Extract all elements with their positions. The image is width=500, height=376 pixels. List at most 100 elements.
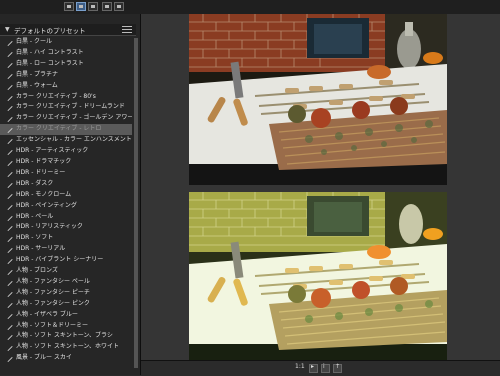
preset-label: 人物 - ファンタシー ペール [16, 277, 90, 285]
preset-label: 白黒 - ハイ コントラスト [16, 48, 84, 56]
preset-item[interactable]: 人物 - ソフト＆ドリーミー [0, 321, 132, 332]
preset-scrollbar[interactable] [134, 38, 138, 368]
preset-item[interactable]: 白黒 - プラチナ [0, 70, 132, 81]
preset-item[interactable]: HDR - アーティスティック [0, 146, 132, 157]
grid-large-icon[interactable] [88, 2, 98, 11]
preset-item[interactable]: HDR - バイブラント シーナリー [0, 255, 132, 266]
preset-label: 人物 - ファンタシー ピンク [16, 299, 90, 307]
preset-item[interactable]: 白黒 - ハイ コントラスト [0, 48, 132, 59]
preset-item[interactable]: HDR - ペインティング [0, 201, 132, 212]
preset-brush-icon [7, 356, 13, 363]
export-icon[interactable]: ↑ [333, 363, 342, 373]
preset-label: HDR - モノクローム [16, 190, 72, 198]
preset-item[interactable]: カラー クリエイティブ - 80's [0, 92, 132, 103]
preset-label: 人物 - ブロンズ [16, 267, 58, 275]
collapse-arrow-icon[interactable]: ▼ [5, 26, 10, 33]
preset-label: 人物 - ソフト スキントーン、ブラシ [16, 332, 113, 340]
preset-label: HDR - ドリーミー [16, 168, 66, 176]
preset-label: 人物 - ソフト＆ドリーミー [16, 321, 88, 329]
preset-list: 白黒 - クール 白黒 - ハイ コントラスト 白黒 - ロー コントラスト 白黒 -… [0, 37, 132, 364]
preset-label: HDR - サーリアル [16, 245, 66, 253]
scrollbar-thumb[interactable] [134, 38, 138, 368]
preset-label: HDR - ドラマチック [16, 157, 72, 165]
preset-brush-icon [7, 105, 13, 112]
preset-panel: ▼ デフォルトのプリセット 白黒 - クール 白黒 - ハイ コントラスト 白黒 -… [0, 14, 141, 375]
preset-label: HDR - リアリスティック [16, 223, 83, 231]
preset-brush-icon [7, 182, 13, 188]
preset-item[interactable]: 白黒 - ウォーム [0, 81, 132, 92]
fit-icon[interactable]: ▸ [309, 363, 318, 373]
preset-brush-icon [7, 225, 13, 232]
preset-brush-icon [7, 73, 13, 79]
preset-brush-icon [7, 138, 13, 145]
preset-label: 風景 - ブルー スカイ [16, 354, 72, 362]
preset-item[interactable]: HDR - モノクローム [0, 190, 132, 201]
preset-label: 白黒 - クール [16, 38, 52, 45]
preset-panel-header[interactable]: ▼ デフォルトのプリセット [0, 24, 136, 36]
preset-item[interactable]: HDR - ドラマチック [0, 157, 132, 168]
preset-brush-icon [7, 269, 13, 276]
preset-item[interactable]: HDR - ソフト [0, 233, 132, 244]
preset-item[interactable]: カラー クリエイティブ - ドリームランド [0, 102, 132, 113]
preset-item[interactable]: 人物 - ファンタシー ピンク [0, 299, 132, 310]
preset-item[interactable]: カラー クリエイティブ - レトロ [0, 124, 132, 136]
preset-label: HDR - ダスク [16, 179, 54, 187]
preset-brush-icon [7, 127, 13, 134]
compare-icon[interactable] [102, 2, 112, 11]
preset-brush-icon [7, 313, 13, 319]
preset-brush-icon [7, 51, 13, 57]
grid-small-icon[interactable] [64, 2, 74, 11]
preset-item[interactable]: HDR - サーリアル [0, 244, 132, 255]
preset-item[interactable]: 白黒 - ロー コントラスト [0, 59, 132, 70]
preset-label: 白黒 - ロー コントラスト [16, 59, 84, 67]
preset-item[interactable]: HDR - ダスク [0, 179, 132, 190]
preset-brush-icon [7, 193, 13, 199]
preset-label: HDR - バイブラント シーナリー [16, 256, 104, 264]
preset-item[interactable]: 人物 - ソフト スキントーン、ブラシ [0, 331, 132, 342]
view-menu-icon[interactable] [114, 2, 124, 11]
image-viewer [141, 14, 500, 365]
preset-brush-icon [7, 324, 13, 330]
preset-item[interactable]: 白黒 - クール [0, 37, 132, 48]
preset-label: カラー クリエイティブ - レトロ [16, 125, 102, 133]
preset-item[interactable]: 人物 - イザベラ ブルー [0, 310, 132, 321]
preset-brush-icon [7, 149, 13, 156]
single-view-icon[interactable] [76, 2, 86, 11]
preset-item[interactable]: HDR - リアリスティック [0, 222, 132, 233]
preset-label: 白黒 - プラチナ [16, 70, 58, 78]
preset-brush-icon [7, 95, 13, 101]
preset-item[interactable]: カラー クリエイティブ - ゴールデン アワーベ... [0, 113, 132, 124]
preset-label: 人物 - イザベラ ブルー [16, 310, 78, 318]
preset-label: 人物 - ソフト スキントーン、ホワイト [16, 343, 120, 351]
preset-brush-icon [7, 302, 13, 308]
preset-label: HDR - ペインティング [16, 201, 77, 209]
preset-item[interactable]: 人物 - ソフト スキントーン、ホワイト [0, 342, 132, 353]
preset-item[interactable]: 人物 - ファンタシー ペール [0, 277, 132, 288]
preset-brush-icon [7, 345, 13, 352]
preset-item[interactable]: HDR - ペール [0, 212, 132, 223]
preset-brush-icon [7, 280, 13, 286]
preset-brush-icon [7, 62, 13, 68]
top-toolbar [0, 0, 500, 15]
panel-menu-icon[interactable] [122, 26, 132, 33]
preset-label: 人物 - ファンタシー ピーチ [16, 288, 90, 296]
preset-label: カラー クリエイティブ - 80's [16, 92, 96, 100]
original-photo [189, 14, 447, 185]
preset-item[interactable]: 人物 - ブロンズ [0, 266, 132, 277]
preset-item[interactable]: 風景 - ブルー スカイ [0, 353, 132, 364]
preset-brush-icon [7, 116, 13, 123]
preset-label: カラー クリエイティブ - ドリームランド [16, 103, 125, 111]
preset-label: カラー クリエイティブ - ゴールデン アワーベ... [16, 114, 132, 122]
preset-label: HDR - アーティスティック [16, 147, 89, 155]
preset-brush-icon [7, 40, 13, 46]
preset-brush-icon [7, 204, 13, 210]
preset-brush-icon [7, 160, 13, 166]
preset-item[interactable]: エッセンシャル - カラー エンハンスメント [0, 135, 132, 146]
preset-label: HDR - ソフト [16, 234, 54, 242]
preset-item[interactable]: HDR - ドリーミー [0, 168, 132, 179]
info-icon[interactable]: i [321, 363, 330, 373]
preset-label: エッセンシャル - カラー エンハンスメント [16, 136, 132, 144]
preset-item[interactable]: 人物 - ファンタシー ピーチ [0, 288, 132, 299]
preset-label: HDR - ペール [16, 212, 54, 220]
preset-panel-title: デフォルトのプリセット [14, 27, 86, 35]
